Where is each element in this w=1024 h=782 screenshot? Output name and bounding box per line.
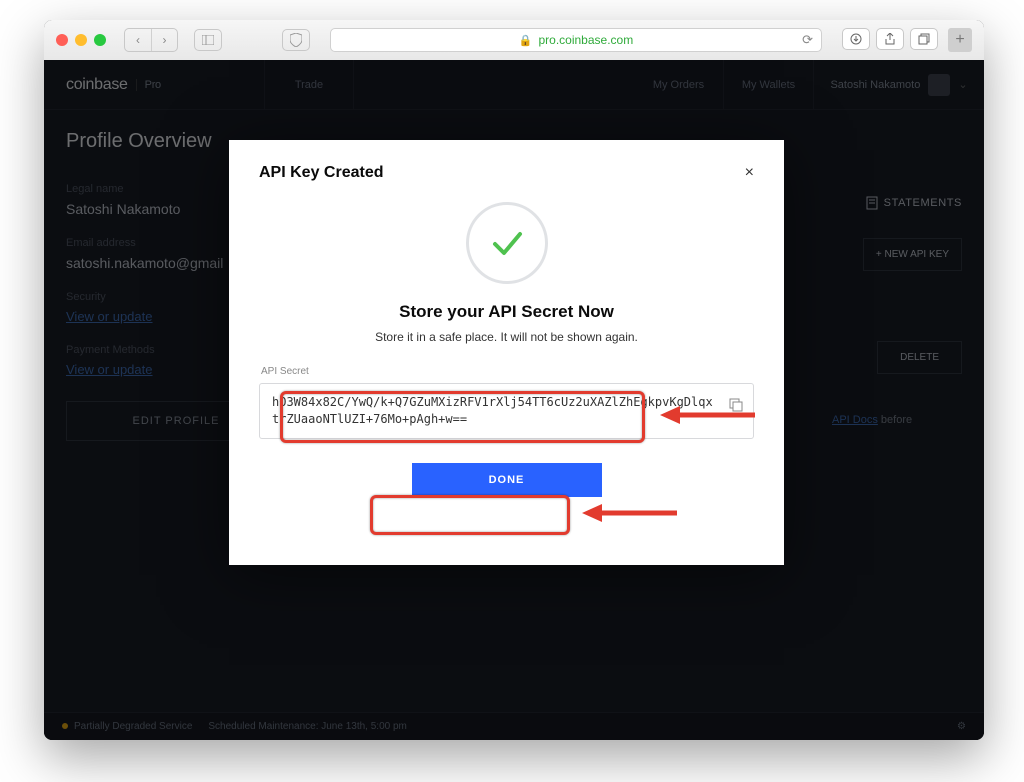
api-key-created-modal: API Key Created × Store your API Secret … xyxy=(229,140,784,565)
api-secret-field[interactable]: hO3W84x82C/YwQ/k+Q7GZuMXizRFV1rXlj54TT6c… xyxy=(259,383,754,439)
success-check-icon xyxy=(466,202,548,284)
api-secret-value: hO3W84x82C/YwQ/k+Q7GZuMXizRFV1rXlj54TT6c… xyxy=(272,395,713,426)
nav-back-forward: ‹ › xyxy=(124,28,178,52)
downloads-button[interactable] xyxy=(842,28,870,50)
tabs-button[interactable] xyxy=(910,28,938,50)
nav-forward-button[interactable]: › xyxy=(151,29,177,51)
new-tab-button[interactable]: + xyxy=(948,28,972,52)
copy-icon[interactable] xyxy=(729,398,743,417)
lock-icon: 🔒 xyxy=(519,34,533,47)
sidebar-toggle-button[interactable] xyxy=(194,29,222,51)
modal-title: API Key Created xyxy=(259,164,384,182)
modal-close-button[interactable]: × xyxy=(745,164,754,182)
url-host: pro.coinbase.com xyxy=(538,33,633,47)
browser-window: ‹ › 🔒 pro.coinbase.com ⟳ + xyxy=(44,20,984,740)
window-close-icon[interactable] xyxy=(56,34,68,46)
share-button[interactable] xyxy=(876,28,904,50)
modal-subtitle: Store it in a safe place. It will not be… xyxy=(259,330,754,344)
modal-heading: Store your API Secret Now xyxy=(259,302,754,322)
address-bar[interactable]: 🔒 pro.coinbase.com ⟳ xyxy=(330,28,822,52)
nav-back-button[interactable]: ‹ xyxy=(125,29,151,51)
reload-icon[interactable]: ⟳ xyxy=(802,32,813,48)
traffic-lights xyxy=(56,34,106,46)
window-minimize-icon[interactable] xyxy=(75,34,87,46)
toolbar-right: + xyxy=(842,28,972,52)
api-secret-label: API Secret xyxy=(261,366,754,377)
tracking-shield-icon[interactable] xyxy=(282,29,310,51)
mac-titlebar: ‹ › 🔒 pro.coinbase.com ⟳ + xyxy=(44,20,984,60)
done-button[interactable]: DONE xyxy=(412,463,602,497)
window-maximize-icon[interactable] xyxy=(94,34,106,46)
